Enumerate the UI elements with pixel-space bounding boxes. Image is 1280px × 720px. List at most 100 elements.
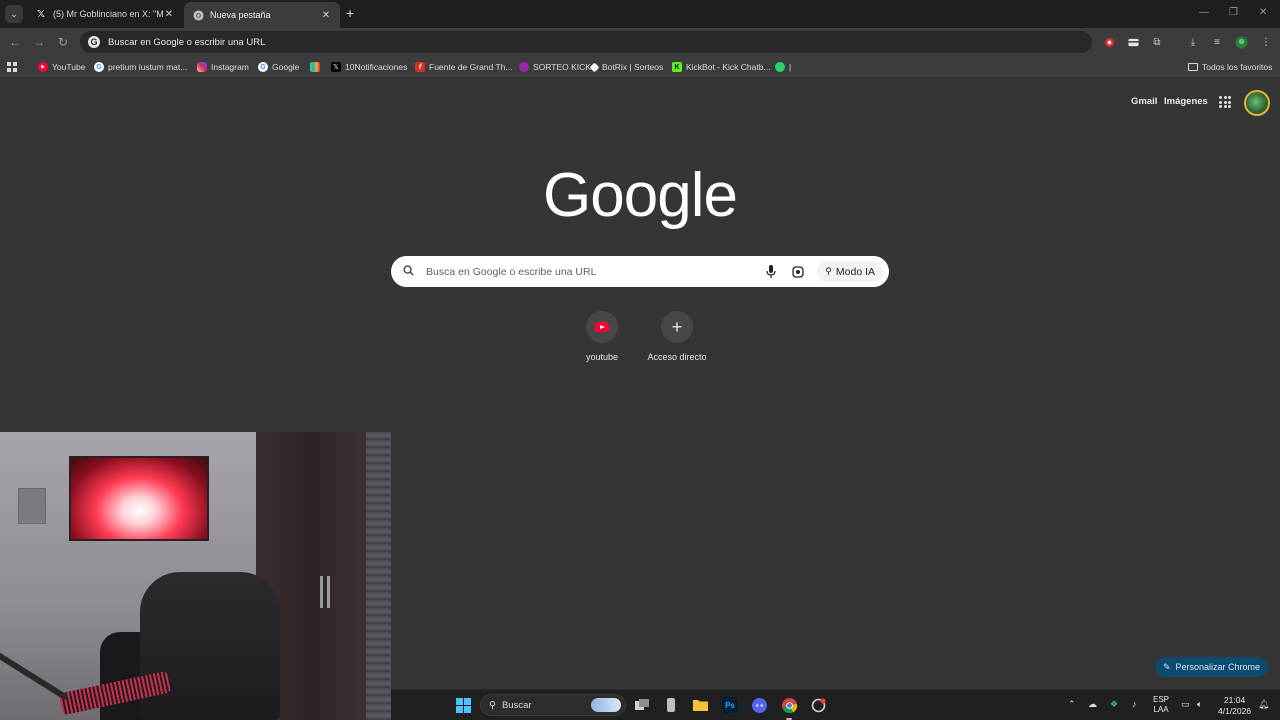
download-icon[interactable]: ⤓: [1186, 35, 1200, 49]
close-icon[interactable]: ✕: [163, 9, 175, 20]
search-input[interactable]: Busca en Google o escribe una URL: [426, 266, 763, 278]
tab-title: (5) Mr Goblinciano en X: "Mi pr...: [53, 9, 163, 19]
tray-app-icon[interactable]: ❖: [1110, 699, 1118, 710]
kick-icon: [519, 62, 529, 72]
task-view-icon[interactable]: [634, 697, 650, 713]
extension-red-icon[interactable]: [1102, 35, 1116, 49]
webcam-light-switch: [18, 488, 46, 524]
address-bar-text: Buscar en Google o escribir una URL: [108, 36, 266, 48]
search-box[interactable]: Busca en Google o escribe una URL ⚲ Modo…: [391, 256, 889, 287]
bookmark-whatsapp[interactable]: |: [775, 60, 791, 74]
shortcut-label: Acceso directo: [647, 352, 707, 362]
plus-icon: +: [661, 311, 693, 343]
close-window-button[interactable]: ✕: [1259, 7, 1267, 18]
minimize-button[interactable]: —: [1199, 7, 1209, 18]
webcam-chair: [140, 572, 280, 720]
address-bar[interactable]: G Buscar en Google o escribir una URL: [80, 31, 1092, 53]
google-logo: Google: [543, 161, 738, 230]
tray-chevron-up-icon[interactable]: ⌃: [1068, 699, 1076, 710]
webcam-handle: [327, 576, 330, 608]
network-icon[interactable]: ▭: [1181, 699, 1190, 710]
google-icon: G: [258, 62, 268, 72]
webcam-wardrobe-panel: [366, 432, 391, 720]
app-generic-icon[interactable]: [663, 697, 679, 713]
shortcut-youtube[interactable]: youtube: [562, 311, 642, 362]
youtube-icon: ▶: [38, 62, 48, 72]
chrome-taskbar-icon[interactable]: [781, 697, 797, 713]
back-button[interactable]: ←: [8, 35, 22, 49]
webcam-handle: [320, 576, 323, 608]
account-avatar[interactable]: [1244, 90, 1270, 116]
google-icon: G: [94, 62, 104, 72]
extension-card-icon[interactable]: [1126, 35, 1140, 49]
bookmark-google[interactable]: G Google: [258, 60, 299, 74]
ai-search-icon: ⚲: [825, 266, 832, 276]
extensions-puzzle-icon[interactable]: ⧉: [1150, 35, 1164, 49]
bookmark-pretium[interactable]: Gpretium iustum mat...: [94, 60, 187, 74]
search-icon: [403, 264, 417, 279]
all-bookmarks-folder[interactable]: Todos los favoritos: [1188, 60, 1272, 74]
tab-strip: ⌄ 𝕏 (5) Mr Goblinciano en X: "Mi pr... ✕…: [0, 0, 1280, 28]
pencil-icon: ✎: [1162, 661, 1171, 672]
font-icon: f: [415, 62, 425, 72]
google-apps-icon[interactable]: [1219, 96, 1231, 108]
tab-new-tab[interactable]: Nueva pestaña ✕: [184, 2, 340, 28]
tab-title: Nueva pestaña: [210, 10, 271, 20]
taskbar: ⚲ Buscar Ps ⌃ ☁ ❖ ♪ ESP LAA ▭ 🔈︎ 21:04 4…: [391, 689, 1280, 720]
tab-x-post[interactable]: 𝕏 (5) Mr Goblinciano en X: "Mi pr... ✕: [27, 2, 183, 26]
x-logo-icon: 𝕏: [36, 8, 46, 20]
webcam-overlay: [0, 432, 391, 720]
microphone-icon[interactable]: [763, 264, 779, 280]
browser-toolbar: ← → ↻ G Buscar en Google o escribir una …: [0, 28, 1280, 56]
kickbot-icon: K: [672, 62, 682, 72]
apps-icon[interactable]: [7, 60, 17, 74]
system-clock[interactable]: 21:04 4/1/2026: [1218, 695, 1251, 717]
gmail-link[interactable]: Gmail: [1131, 96, 1157, 107]
slack-icon: [310, 62, 320, 72]
app-status-icon[interactable]: [810, 697, 826, 713]
bookmark-gta-font[interactable]: f Fuente de Grand Th...: [415, 60, 512, 74]
customize-chrome-button[interactable]: ✎ Personalizar Chrome: [1155, 657, 1268, 677]
microphone-tray-icon[interactable]: ♪: [1132, 699, 1137, 709]
google-icon: G: [88, 36, 100, 48]
new-tab-button[interactable]: +: [346, 6, 354, 20]
language-indicator[interactable]: ESP LAA: [1153, 695, 1169, 715]
reading-list-icon[interactable]: ≡: [1210, 35, 1224, 49]
whatsapp-icon: [775, 62, 785, 72]
shortcut-add[interactable]: + Acceso directo: [637, 311, 717, 362]
more-menu-icon[interactable]: ⋮: [1259, 35, 1273, 49]
bookmark-notifications[interactable]: 𝕏 10Notificaciones: [331, 60, 407, 74]
bookmark-instagram[interactable]: Instagram: [197, 60, 249, 74]
chrome-icon: [192, 9, 204, 21]
volume-icon[interactable]: 🔈︎: [1197, 699, 1202, 710]
file-explorer-icon[interactable]: [692, 697, 708, 713]
bookmark-sorteo-kick[interactable]: SORTEO KICK: [519, 60, 591, 74]
lens-camera-icon[interactable]: [790, 264, 806, 280]
restore-button[interactable]: ❐: [1229, 7, 1238, 18]
close-icon[interactable]: ✕: [320, 10, 332, 21]
chevron-down-icon: ⌄: [10, 8, 18, 19]
ai-mode-button[interactable]: ⚲ Modo IA: [817, 261, 883, 282]
tab-search-button[interactable]: ⌄: [5, 5, 23, 23]
youtube-icon: [586, 311, 618, 343]
onedrive-icon[interactable]: ☁: [1088, 699, 1097, 710]
images-link[interactable]: Imágenes: [1164, 96, 1208, 107]
botrix-icon: [589, 62, 600, 72]
bookmark-kickbot[interactable]: K KickBot - Kick Chatb...: [672, 60, 771, 74]
bookmarks-bar: ▶ YouTube Gpretium iustum mat... Instagra…: [0, 56, 1280, 78]
bookmark-botrix[interactable]: BotRix | Sorteos: [589, 60, 663, 74]
x-logo-icon: 𝕏: [331, 62, 341, 72]
windows-start-icon[interactable]: [455, 697, 471, 713]
instagram-icon: [197, 62, 207, 72]
taskbar-search[interactable]: ⚲ Buscar: [480, 694, 626, 716]
notification-icon[interactable]: 🔔︎: [1258, 699, 1269, 710]
forward-button[interactable]: →: [32, 35, 46, 49]
photoshop-icon[interactable]: Ps: [722, 697, 738, 713]
shortcut-label: youtube: [585, 352, 619, 362]
profile-avatar-icon[interactable]: [1234, 35, 1248, 49]
bookmark-youtube[interactable]: ▶ YouTube: [38, 60, 85, 74]
discord-icon[interactable]: [751, 697, 767, 713]
bookmark-slack[interactable]: [310, 60, 324, 74]
weather-widget-icon: [591, 698, 621, 712]
reload-button[interactable]: ↻: [56, 35, 70, 49]
